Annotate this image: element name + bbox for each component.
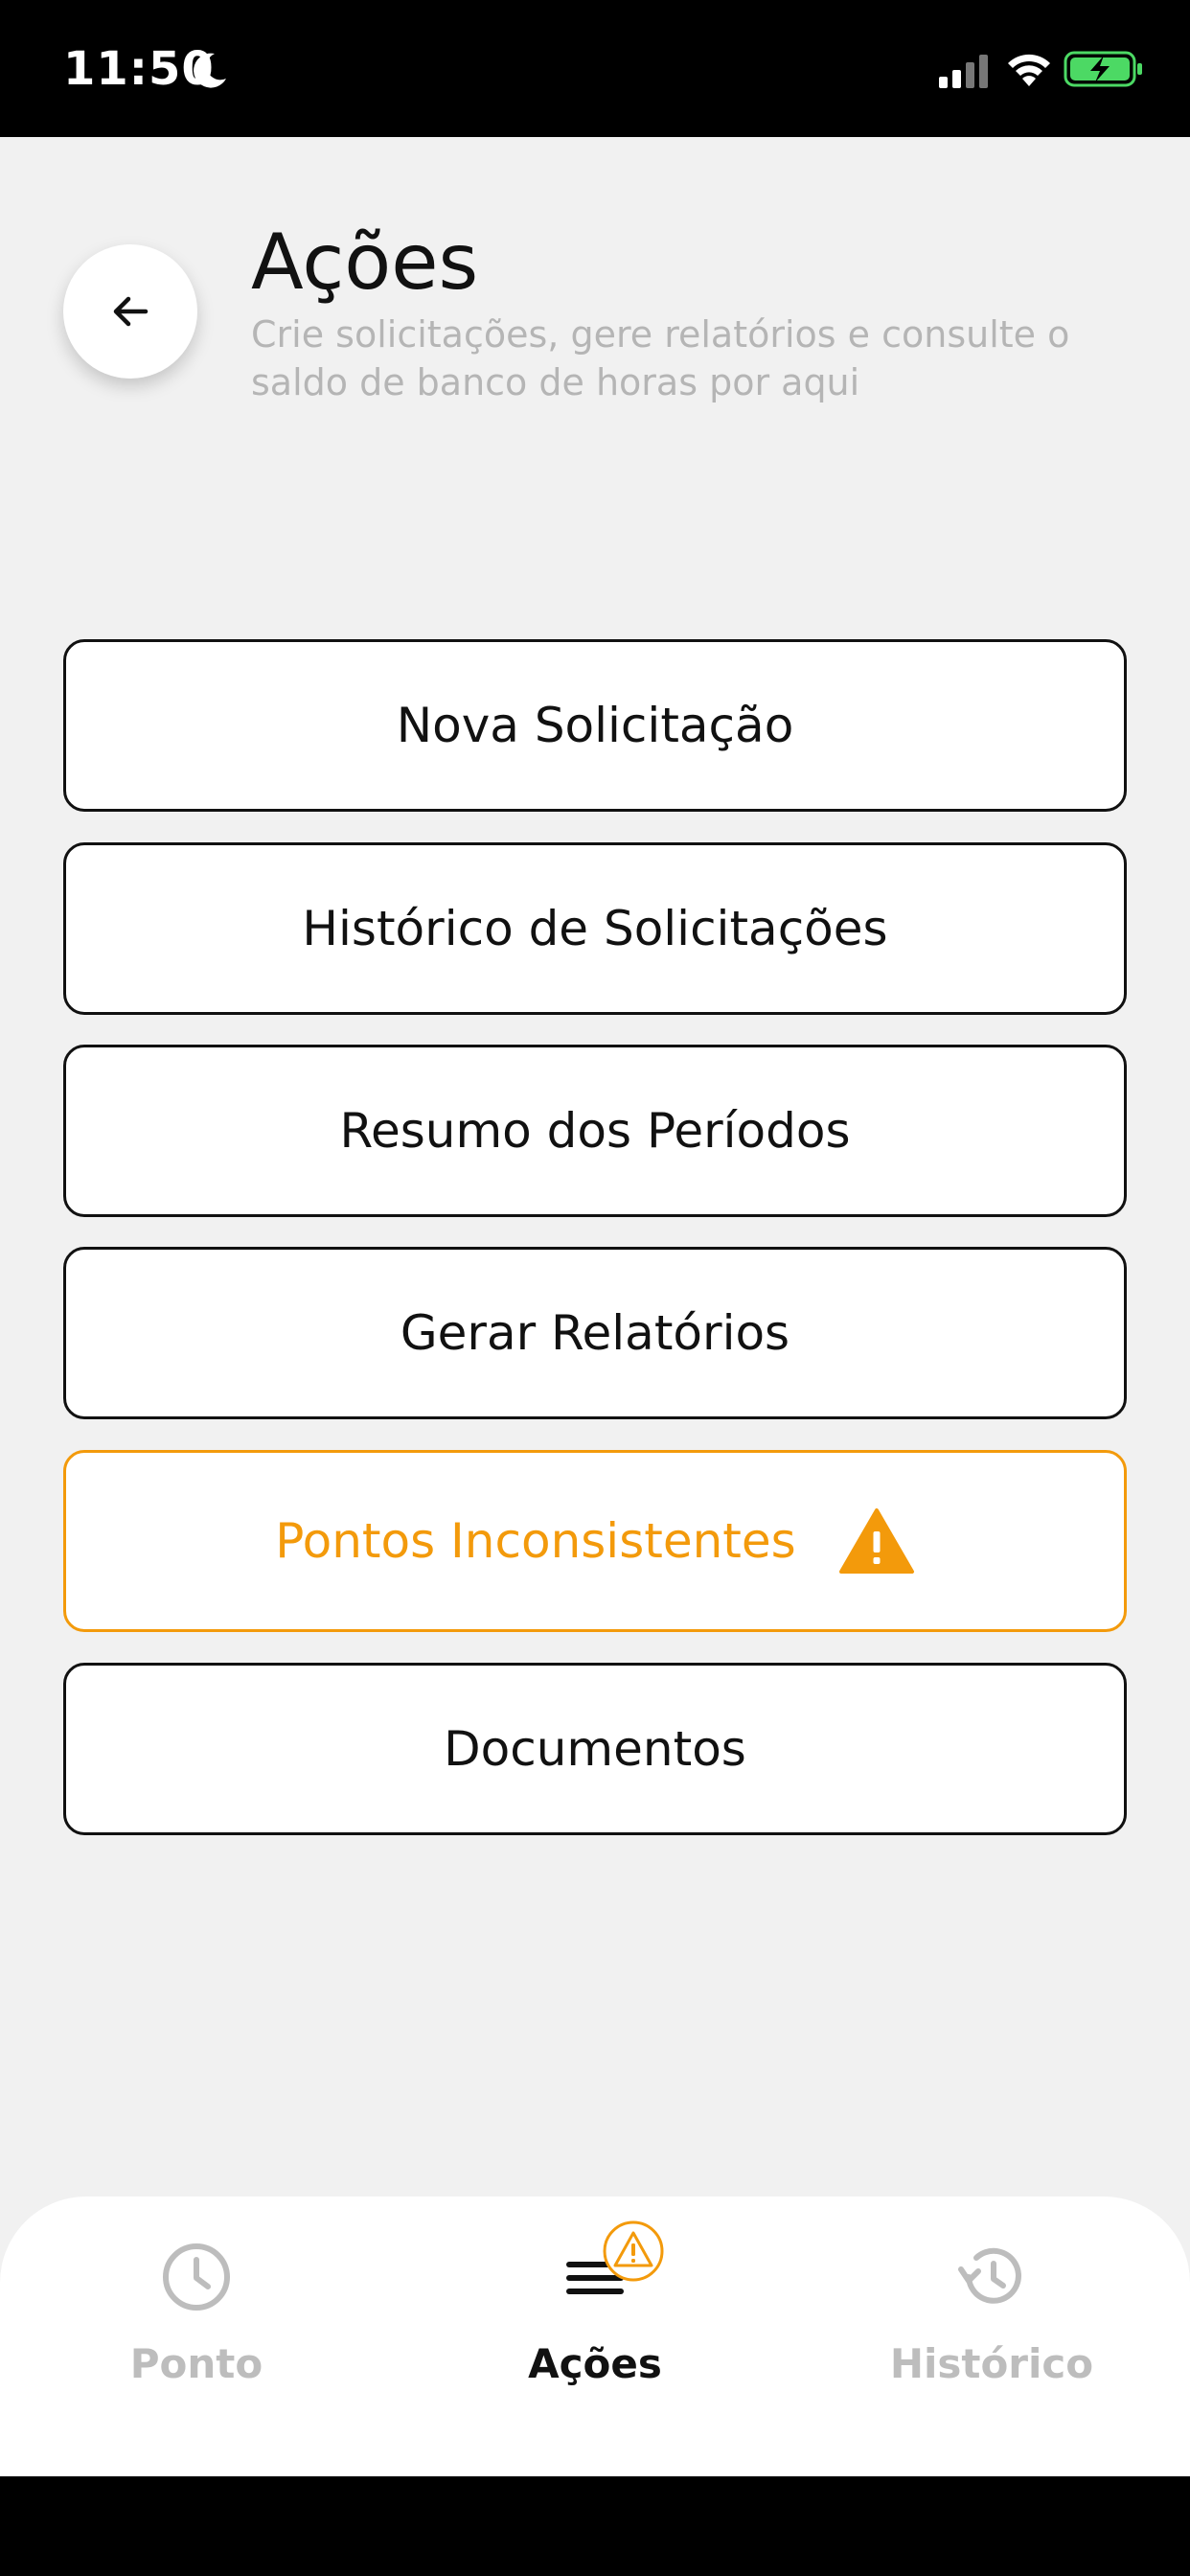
resumo-periodos-button[interactable]: Resumo dos Períodos	[63, 1045, 1127, 1217]
arrow-left-icon	[113, 296, 149, 327]
status-bar: 11:50	[0, 0, 1190, 137]
home-indicator-area	[0, 2476, 1190, 2576]
historico-solicitacoes-button[interactable]: Histórico de Solicitações	[63, 842, 1127, 1015]
warning-icon	[838, 1508, 914, 1574]
menu-item-label: Documentos	[444, 1721, 746, 1777]
back-button[interactable]	[63, 244, 197, 379]
page-title: Ações	[251, 218, 479, 307]
tab-ponto[interactable]: Ponto	[53, 2196, 340, 2388]
menu-item-label: Histórico de Solicitações	[302, 901, 888, 956]
history-icon	[958, 2247, 1021, 2304]
nova-solicitacao-button[interactable]: Nova Solicitação	[63, 639, 1127, 812]
clock-icon	[163, 2243, 230, 2311]
moon-icon	[194, 53, 226, 88]
bottom-nav: Ponto Ações Histórico	[0, 2196, 1190, 2476]
warning-badge-icon	[603, 2220, 664, 2282]
gerar-relatorios-button[interactable]: Gerar Relatórios	[63, 1247, 1127, 1419]
tab-acoes[interactable]: Ações	[451, 2196, 739, 2388]
tab-label: Ponto	[129, 2340, 263, 2387]
menu-item-label: Gerar Relatórios	[400, 1305, 790, 1361]
documentos-button[interactable]: Documentos	[63, 1663, 1127, 1835]
battery-charging-icon	[1064, 51, 1142, 87]
tab-label: Ações	[528, 2340, 662, 2387]
menu-item-label: Nova Solicitação	[396, 698, 794, 753]
tab-label: Histórico	[889, 2340, 1094, 2387]
menu-item-label: Pontos Inconsistentes	[275, 1513, 796, 1569]
menu-item-label: Resumo dos Períodos	[339, 1103, 851, 1159]
pontos-inconsistentes-button[interactable]: Pontos Inconsistentes	[63, 1450, 1127, 1632]
tab-historico[interactable]: Histórico	[848, 2196, 1135, 2388]
cellular-signal-icon	[939, 55, 988, 88]
page-subtitle: Crie solicitações, gere relatórios e con…	[251, 313, 1070, 403]
wifi-icon	[1008, 54, 1050, 86]
